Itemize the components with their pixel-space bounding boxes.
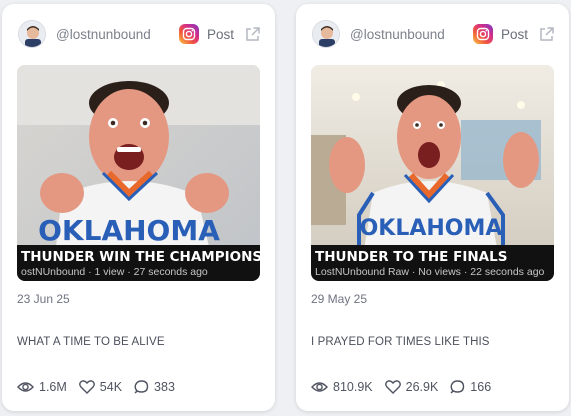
- comment-icon: [134, 380, 149, 394]
- account-handle[interactable]: @lostnunbound: [56, 27, 179, 42]
- external-link-icon[interactable]: [244, 26, 261, 43]
- post-thumbnail[interactable]: OKLAHOMA THUNDER TO THE FINALS LostNUnbo…: [311, 65, 554, 281]
- comments-count: 383: [154, 380, 175, 394]
- post-type-label: Post: [206, 26, 234, 42]
- comments-count: 166: [470, 380, 492, 394]
- views-count: 810.9K: [333, 380, 373, 394]
- video-title: THUNDER WIN THE CHAMPIONSHI: [21, 249, 260, 265]
- heart-icon: [384, 380, 401, 394]
- comment-icon: [450, 380, 465, 394]
- comments-stat: 383: [134, 380, 175, 394]
- video-caption-band: THUNDER WIN THE CHAMPIONSHI ostNUnbound …: [17, 245, 260, 281]
- likes-stat: 26.9K: [384, 380, 439, 394]
- post-header: @lostnunbound Post: [18, 19, 261, 49]
- instagram-icon: [178, 24, 199, 44]
- heart-icon: [78, 380, 95, 394]
- post-header: @lostnunbound Post: [312, 19, 555, 49]
- avatar: [18, 20, 46, 48]
- views-stat: 1.6M: [17, 380, 67, 394]
- video-meta: ostNUnbound · 1 view · 27 seconds ago: [21, 266, 208, 278]
- post-type-label: Post: [500, 26, 528, 42]
- account-handle[interactable]: @lostnunbound: [350, 27, 473, 42]
- post-stats: 1.6M 54K 383: [17, 378, 187, 396]
- views-stat: 810.9K: [311, 380, 373, 394]
- likes-count: 54K: [99, 380, 123, 394]
- post-caption: WHAT A TIME TO BE ALIVE: [17, 336, 165, 348]
- post-stats: 810.9K 26.9K 166: [311, 378, 503, 396]
- video-caption-band: THUNDER TO THE FINALS LostNUnbound Raw ·…: [311, 245, 554, 281]
- instagram-icon: [472, 24, 493, 44]
- avatar: [312, 20, 340, 48]
- eye-icon: [311, 382, 328, 392]
- likes-stat: 54K: [78, 380, 123, 394]
- post-caption: I PRAYED FOR TIMES LIKE THIS: [311, 336, 490, 348]
- post-card[interactable]: @lostnunbound Post: [296, 4, 569, 411]
- post-thumbnail[interactable]: OKLAHOMA THUNDER WIN THE CHAMPIONSHI ost…: [17, 65, 260, 281]
- post-card[interactable]: @lostnunbound Post: [2, 4, 275, 411]
- video-title: THUNDER TO THE FINALS: [315, 249, 508, 265]
- jersey-text: OKLAHOMA: [360, 216, 503, 241]
- post-date: 23 Jun 25: [17, 292, 70, 306]
- external-link-icon[interactable]: [538, 26, 555, 43]
- likes-count: 26.9K: [405, 380, 439, 394]
- post-date: 29 May 25: [311, 292, 368, 306]
- video-meta: LostNUnbound Raw · No views · 22 seconds…: [315, 266, 545, 278]
- jersey-text: OKLAHOMA: [38, 214, 220, 247]
- views-count: 1.6M: [39, 380, 67, 394]
- eye-icon: [17, 382, 34, 392]
- comments-stat: 166: [450, 380, 491, 394]
